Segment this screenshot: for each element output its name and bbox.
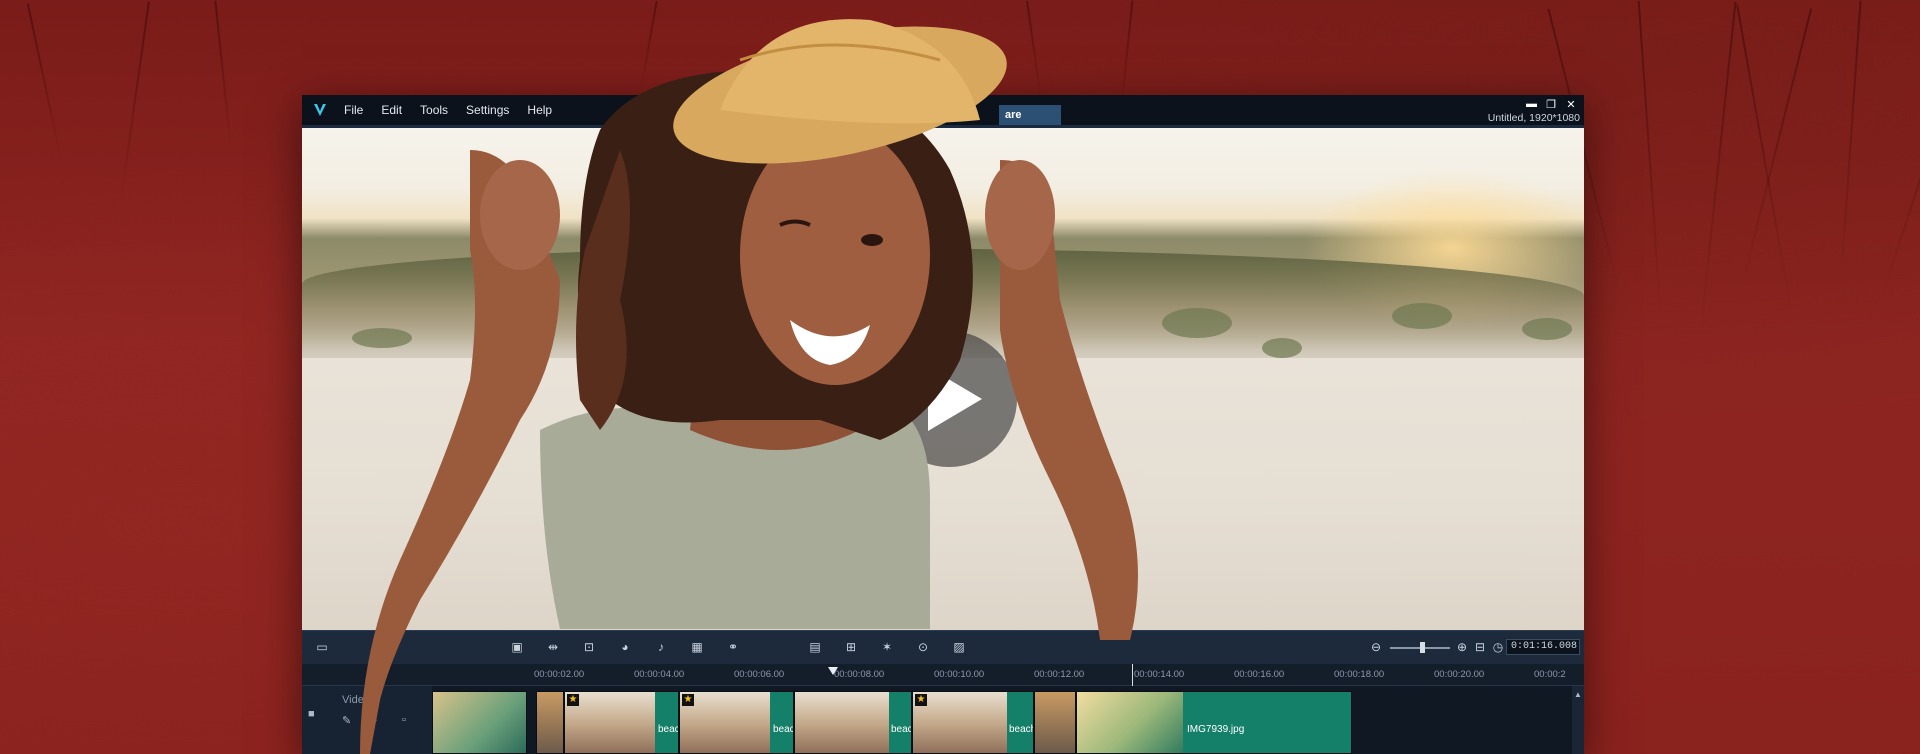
close-icon[interactable]: ✕	[1566, 98, 1576, 111]
tool-display-icon[interactable]: ▣	[509, 640, 525, 654]
track-name: Video	[342, 694, 370, 706]
shrub	[352, 328, 412, 348]
storyboard-view-icon[interactable]: ▭	[314, 640, 330, 654]
shrub	[1522, 318, 1572, 340]
capture-icon[interactable]: ⊙	[915, 640, 931, 654]
shrub	[1392, 303, 1452, 329]
ruler-label: 00:00:08.00	[834, 669, 885, 680]
scroll-up-icon[interactable]: ▲	[1572, 690, 1584, 699]
app-logo-icon	[310, 100, 330, 120]
timecode-display[interactable]: 0:01:16.008	[1506, 639, 1580, 655]
shrub	[1262, 338, 1302, 358]
timeline-toolbar: ▭ ▣ ⇹ ⊡ ◕ ♪ ▦ ⚭ ▤ ⊞ ✶ ⊙ ▨ ⊖ ⊕ ⊟ ◷ 0:01:1…	[302, 630, 1584, 664]
clip-beach-1[interactable]: ★ beach-c	[564, 691, 679, 754]
volume-icon[interactable]: ♪	[372, 714, 378, 726]
clip-palm-thumbnail[interactable]	[432, 691, 527, 754]
play-button[interactable]	[881, 331, 1017, 467]
playhead-line	[1132, 664, 1133, 686]
attach-icon[interactable]: ✎	[342, 714, 351, 727]
zoom-in-icon[interactable]: ⊕	[1454, 640, 1470, 654]
fit-icon[interactable]: ⊡	[581, 640, 597, 654]
restore-icon[interactable]: ❐	[1546, 98, 1556, 111]
timeline-ruler[interactable]: 00:00:02.00 00:00:04.00 00:00:06.00 00:0…	[302, 664, 1584, 686]
ruler-label: 00:00:06.00	[734, 669, 785, 680]
subtitle-icon[interactable]: ▨	[951, 640, 967, 654]
title-icon[interactable]: ▤	[807, 640, 823, 654]
clip-beach-2[interactable]: ★ beach	[679, 691, 794, 754]
preview-window[interactable]	[302, 128, 1584, 630]
zoom-slider-thumb[interactable]	[1420, 642, 1425, 653]
ruler-label: 00:00:02.00	[534, 669, 585, 680]
link-icon[interactable]: ⚭	[725, 640, 741, 654]
color-icon[interactable]: ◕	[617, 640, 633, 654]
fit-timeline-icon[interactable]: ⊟	[1472, 640, 1488, 654]
ruler-label: 00:00:18.00	[1334, 669, 1385, 680]
ruler-label: 00:00:20.00	[1434, 669, 1485, 680]
clip-label: IMG7939.jpg	[1187, 724, 1245, 735]
split-icon[interactable]: ⇹	[545, 640, 561, 654]
ruler-label: 00:00:04.00	[634, 669, 685, 680]
clip-beach-3[interactable]: beach-c	[794, 691, 912, 754]
lock-icon[interactable]: ▫	[402, 714, 406, 726]
audio-icon[interactable]: ♪	[653, 640, 669, 654]
ruler-label: 00:00:2	[1534, 669, 1566, 680]
ruler-label: 00:00:10.00	[934, 669, 985, 680]
clip-label: beach-c	[1009, 724, 1033, 735]
play-icon	[928, 367, 982, 431]
multicam-icon[interactable]: ⊞	[843, 640, 859, 654]
clock-icon: ◷	[1492, 640, 1504, 654]
motion-icon[interactable]: ▦	[689, 640, 705, 654]
ruler-label: 00:00:16.00	[1234, 669, 1285, 680]
video-track-icon: ■	[308, 708, 315, 720]
project-info: Untitled, 1920*1080	[1487, 112, 1580, 124]
clip-img7939[interactable]: IMG7939.jpg	[1076, 691, 1352, 754]
tracking-icon[interactable]: ✶	[879, 640, 895, 654]
clip-transition[interactable]	[1034, 691, 1076, 754]
tab-share[interactable]: are	[999, 105, 1061, 125]
minimize-icon[interactable]: ▬	[1526, 98, 1537, 111]
menu-settings[interactable]: Settings	[466, 103, 509, 117]
clip-label: beach	[773, 724, 793, 735]
ruler-label: 00:00:14.00	[1134, 669, 1185, 680]
clip-label: beach-c	[658, 724, 678, 735]
app-window: File Edit Tools Settings Help are ▬ ❐ ✕ …	[302, 95, 1584, 754]
zoom-out-icon[interactable]: ⊖	[1368, 640, 1384, 654]
video-track-header: ■ Video ✎ ♪ ▫	[302, 686, 432, 754]
star-icon: ★	[682, 694, 694, 706]
ruler-label: 00:00:12.00	[1034, 669, 1085, 680]
window-controls: ▬ ❐ ✕	[1526, 98, 1576, 111]
title-bar: File Edit Tools Settings Help are ▬ ❐ ✕ …	[302, 95, 1584, 125]
menu-file[interactable]: File	[344, 103, 363, 117]
menu-help[interactable]: Help	[527, 103, 552, 117]
track-scrollbar[interactable]: ▲	[1572, 686, 1584, 754]
video-track[interactable]: ★ beach-c ★ beach beach-c ★ beach-c IMG7…	[432, 686, 1572, 754]
playhead-marker[interactable]	[828, 667, 838, 675]
clip-label: beach-c	[891, 724, 911, 735]
menu-edit[interactable]: Edit	[381, 103, 402, 117]
star-icon: ★	[915, 694, 927, 706]
clip-beach-4[interactable]: ★ beach-c	[912, 691, 1034, 754]
clip-transition[interactable]	[536, 691, 564, 754]
star-icon: ★	[567, 694, 579, 706]
shrub	[1162, 308, 1232, 338]
menu-tools[interactable]: Tools	[420, 103, 448, 117]
